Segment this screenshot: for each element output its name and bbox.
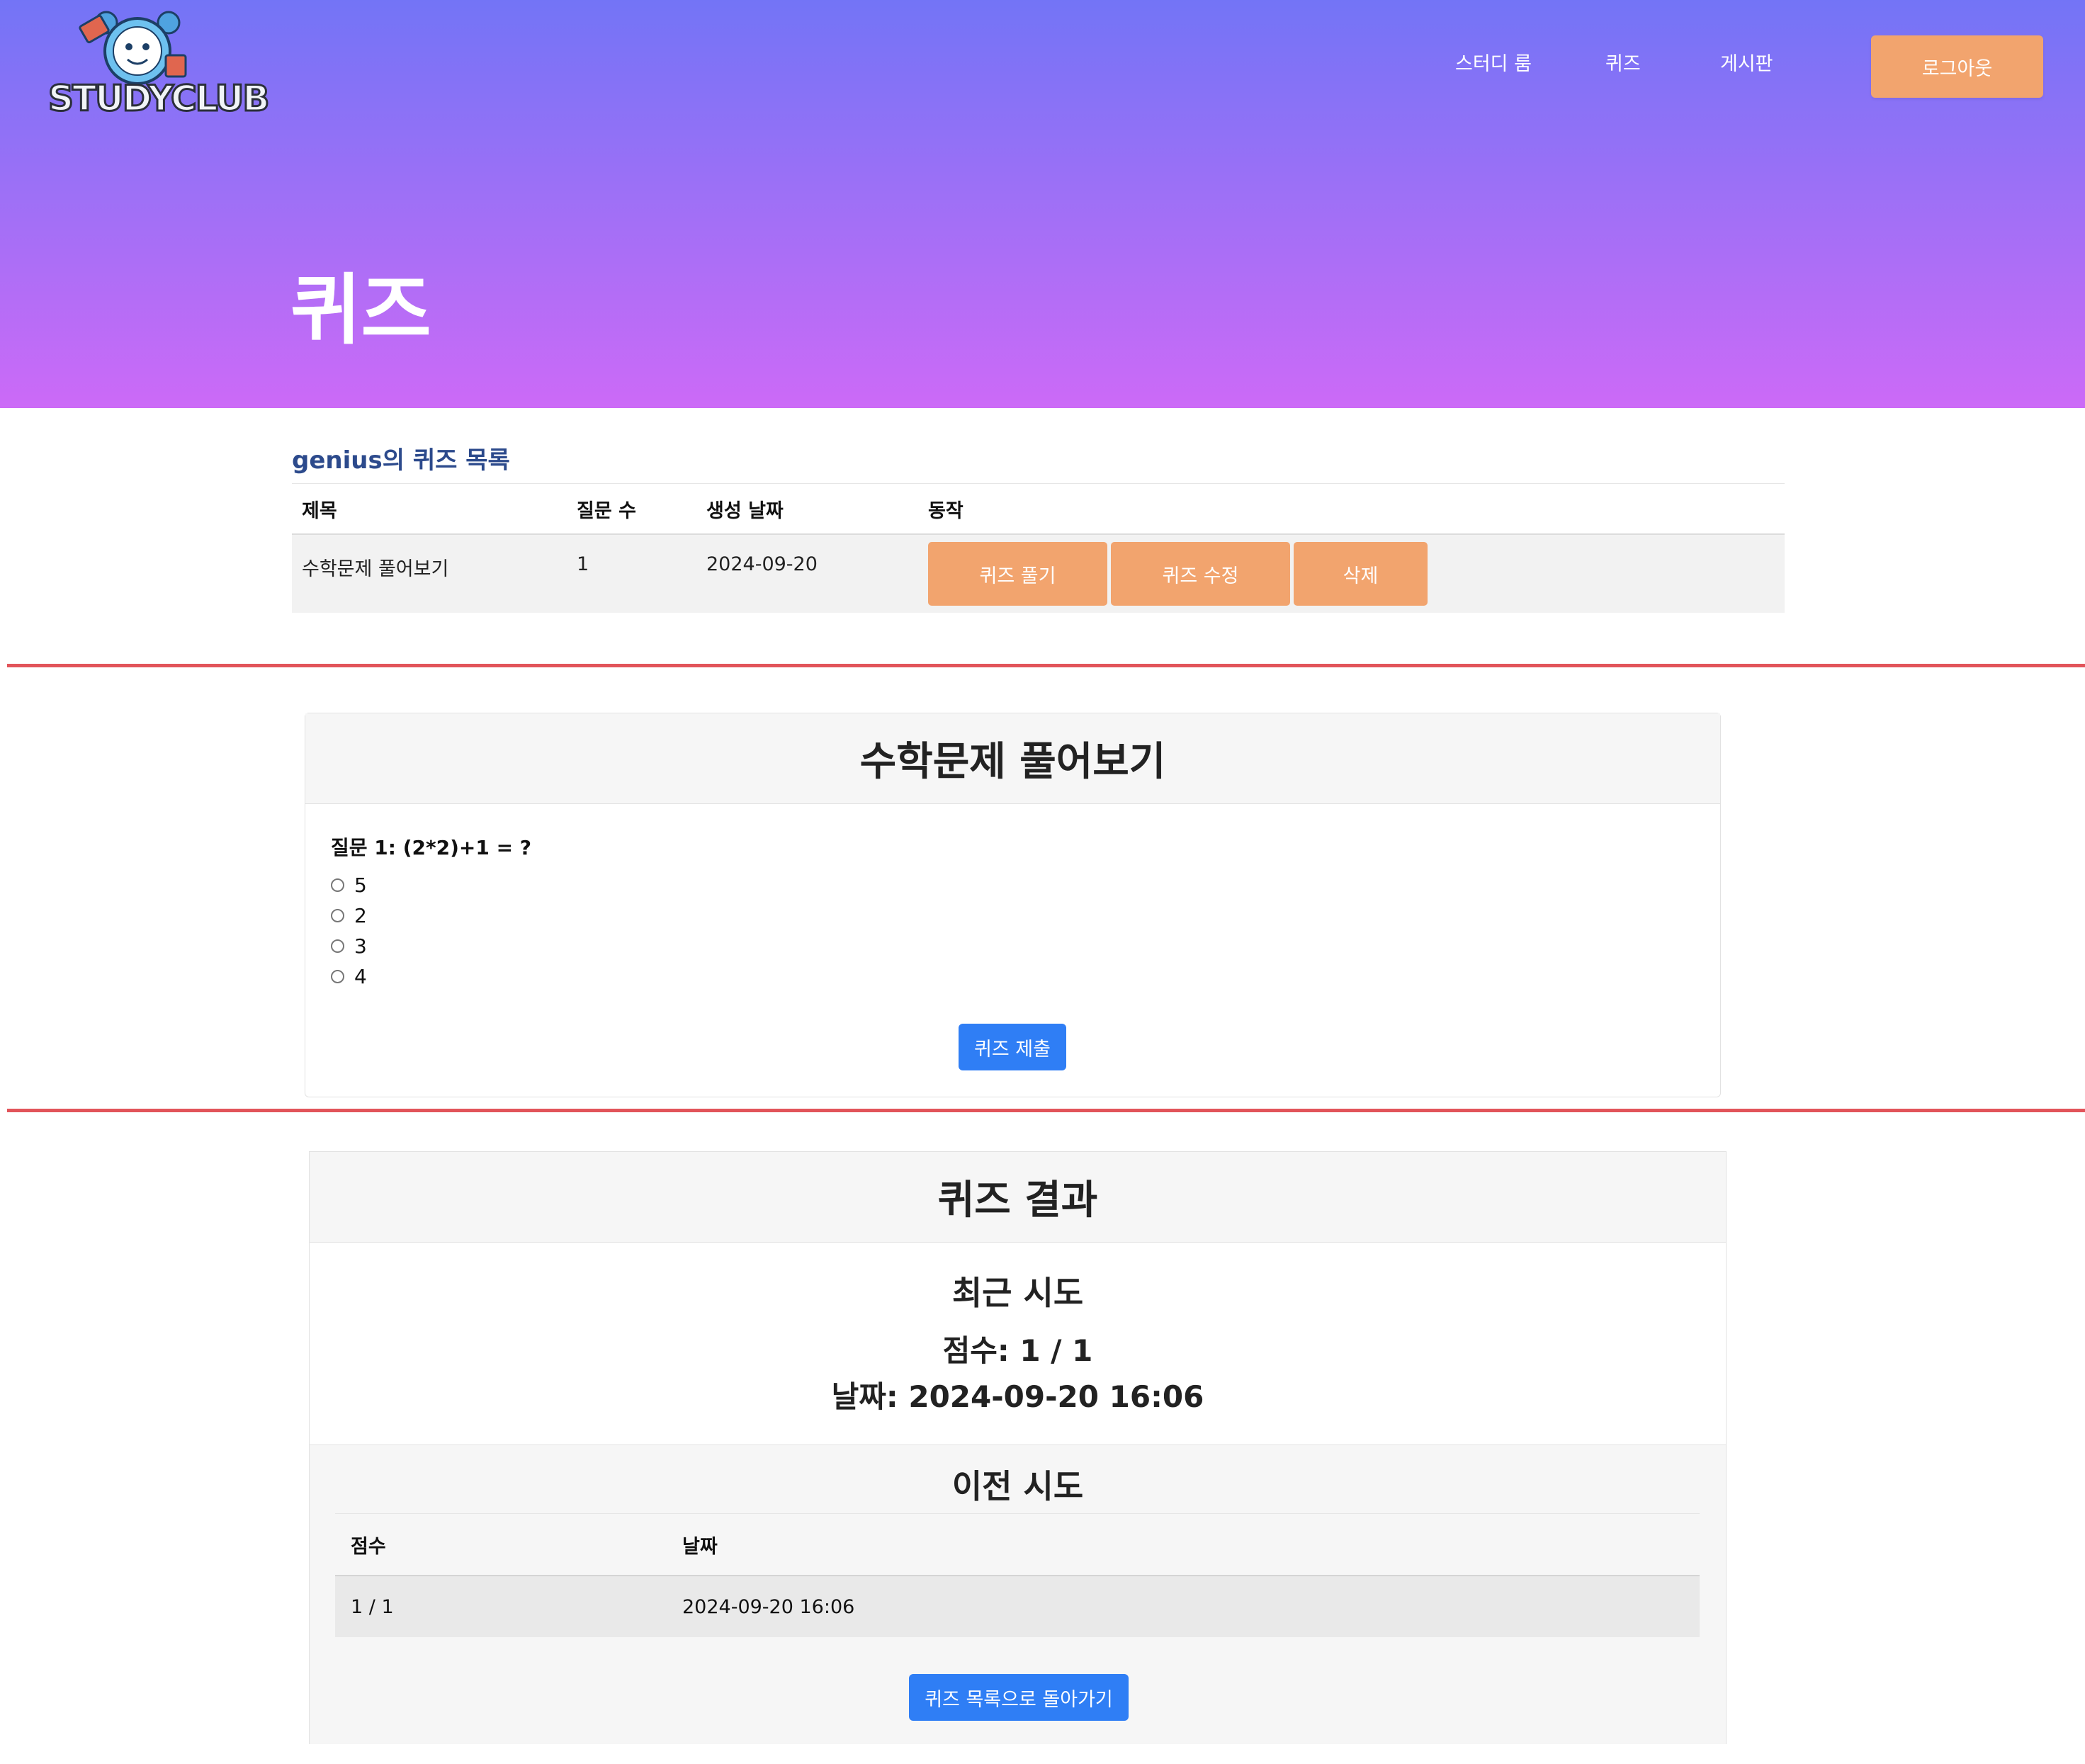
hero-banner: STUDYCLUB 스터디 룸 퀴즈 게시판 로그아웃 퀴즈 bbox=[0, 0, 2085, 408]
column-header-score: 점수 bbox=[335, 1513, 667, 1576]
result-title: 퀴즈 결과 bbox=[310, 1152, 1726, 1243]
radio-button[interactable] bbox=[331, 939, 344, 953]
question-count-cell: 1 bbox=[567, 534, 696, 613]
previous-attempts-section: 이전 시도 점수 날짜 1 / 1 2024-09-20 16:06 퀴즈 목록… bbox=[310, 1444, 1726, 1744]
answer-option[interactable]: 3 bbox=[331, 934, 367, 958]
radio-button[interactable] bbox=[331, 970, 344, 983]
quiz-list-heading: genius의 퀴즈 목록 bbox=[292, 446, 510, 475]
recent-date: 날짜: 2024-09-20 16:06 bbox=[831, 1379, 1204, 1414]
answer-option[interactable]: 4 bbox=[331, 965, 367, 988]
page-title: 퀴즈 bbox=[290, 266, 431, 355]
logo-text: STUDYCLUB bbox=[47, 77, 271, 120]
delete-quiz-button[interactable]: 삭제 bbox=[1294, 542, 1428, 606]
radio-button[interactable] bbox=[331, 878, 344, 892]
answer-option-label: 2 bbox=[354, 904, 367, 927]
column-header-date: 날짜 bbox=[667, 1513, 1700, 1576]
studyclub-logo[interactable]: STUDYCLUB bbox=[45, 7, 271, 128]
table-row: 1 / 1 2024-09-20 16:06 bbox=[335, 1576, 1700, 1637]
quiz-card-title: 수학문제 풀어보기 bbox=[305, 713, 1720, 804]
quiz-list-table: 제목 질문 수 생성 날짜 동작 수학문제 풀어보기 1 2024-09-20 … bbox=[292, 483, 1785, 613]
section-divider bbox=[7, 1109, 2085, 1112]
table-header-row: 점수 날짜 bbox=[335, 1513, 1700, 1576]
clock-mascot-icon bbox=[79, 11, 187, 85]
recent-attempt-heading: 최근 시도 bbox=[951, 1274, 1084, 1312]
quiz-card: 수학문제 풀어보기 질문 1: (2*2)+1 = ? 5 2 3 4 퀴즈 제… bbox=[305, 713, 1721, 1097]
nav-board[interactable]: 게시판 bbox=[1720, 48, 1773, 76]
answer-option[interactable]: 5 bbox=[331, 873, 367, 897]
take-quiz-button[interactable]: 퀴즈 풀기 bbox=[928, 542, 1107, 606]
quiz-result-card: 퀴즈 결과 최근 시도 점수: 1 / 1 날짜: 2024-09-20 16:… bbox=[309, 1151, 1727, 1744]
radio-button[interactable] bbox=[331, 909, 344, 922]
previous-attempts-table: 점수 날짜 1 / 1 2024-09-20 16:06 bbox=[335, 1513, 1700, 1637]
logout-button[interactable]: 로그아웃 bbox=[1871, 35, 2043, 98]
column-header-created-date: 생성 날짜 bbox=[696, 483, 918, 535]
answer-option[interactable]: 2 bbox=[331, 904, 367, 927]
created-date-cell: 2024-09-20 bbox=[696, 534, 918, 613]
table-header-row: 제목 질문 수 생성 날짜 동작 bbox=[292, 483, 1785, 535]
nav-study-room[interactable]: 스터디 룸 bbox=[1455, 48, 1532, 76]
answer-option-label: 5 bbox=[354, 873, 367, 897]
edit-quiz-button[interactable]: 퀴즈 수정 bbox=[1111, 542, 1290, 606]
previous-attempts-heading: 이전 시도 bbox=[951, 1467, 1084, 1505]
quiz-title-cell: 수학문제 풀어보기 bbox=[292, 534, 567, 613]
attempt-date-cell: 2024-09-20 16:06 bbox=[667, 1576, 1700, 1637]
column-header-question-count: 질문 수 bbox=[567, 483, 696, 535]
question-text: 질문 1: (2*2)+1 = ? bbox=[331, 836, 532, 859]
answer-option-label: 4 bbox=[354, 965, 367, 988]
nav-quiz[interactable]: 퀴즈 bbox=[1605, 48, 1641, 76]
column-header-title: 제목 bbox=[292, 483, 567, 535]
back-to-quiz-list-button[interactable]: 퀴즈 목록으로 돌아가기 bbox=[909, 1674, 1129, 1721]
recent-score: 점수: 1 / 1 bbox=[942, 1333, 1093, 1368]
column-header-actions: 동작 bbox=[918, 483, 1785, 535]
actions-cell: 퀴즈 풀기 퀴즈 수정 삭제 bbox=[918, 534, 1785, 613]
section-divider bbox=[7, 664, 2085, 667]
answer-option-label: 3 bbox=[354, 934, 367, 958]
table-row: 수학문제 풀어보기 1 2024-09-20 퀴즈 풀기 퀴즈 수정 삭제 bbox=[292, 534, 1785, 613]
submit-quiz-button[interactable]: 퀴즈 제출 bbox=[959, 1024, 1066, 1070]
attempt-score-cell: 1 / 1 bbox=[335, 1576, 667, 1637]
